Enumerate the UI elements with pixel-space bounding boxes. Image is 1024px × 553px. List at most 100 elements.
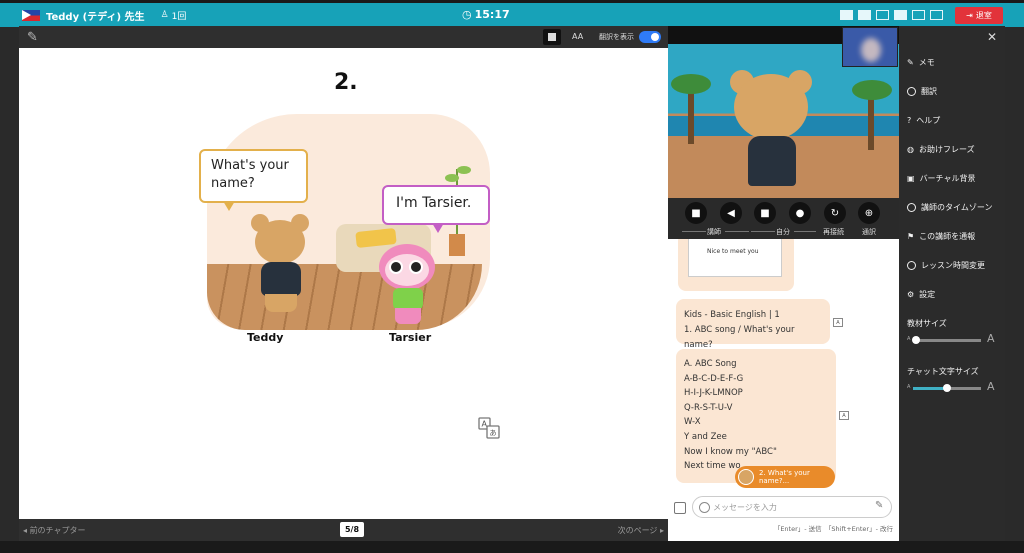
material-size-label: 教材サイズ (907, 319, 947, 328)
call-controls: ■ ◀ ■ ● ↻ ⊕ 講師 自分 再接続 通訳 (668, 198, 899, 239)
message-input-placeholder: メッセージを入力 (713, 502, 777, 512)
speech-bubble-tarsier: I'm Tarsier. (382, 185, 490, 233)
slider-min-label: A (907, 384, 911, 390)
slide-number: 2. (334, 70, 358, 95)
chat-image-caption: Nice to meet you (707, 248, 759, 255)
app-window: Teddy (テディ) 先生 ♙ 1回 ◷ 15:17 ⇥ 退室 ✎ AA 翻訳… (0, 0, 1024, 553)
tarsier-eye (409, 260, 423, 274)
self-camera-icon[interactable]: ■ (754, 202, 776, 224)
self-video-preview[interactable] (842, 27, 898, 67)
timer-text: 15:17 (474, 8, 510, 21)
plant-leaf (445, 174, 459, 182)
trophy-icon: ♙ (160, 10, 169, 20)
sidebar-item-teacher-timezone[interactable]: 講師のタイムゾーン (907, 202, 992, 213)
top-bar: Teddy (テディ) 先生 ♙ 1回 ◷ 15:17 ⇥ 退室 (0, 3, 1024, 27)
chat-message: A. ABC Song A-B-C-D-E-F-G H-I-J-K-LMNOP … (676, 349, 836, 483)
plant-pot (449, 234, 465, 256)
teddy-avatar (738, 469, 754, 485)
divider (725, 231, 749, 232)
wooden-floor (207, 264, 482, 330)
help-icon: ? (907, 116, 912, 125)
slider-min-label: A (907, 336, 911, 342)
translate-message-icon[interactable]: A (839, 411, 849, 420)
reconnect-label: 再接続 (823, 228, 844, 236)
interpret-globe-icon[interactable]: ⊕ (858, 202, 880, 224)
leave-button[interactable]: ⇥ 退室 (955, 7, 1003, 24)
sidebar-item-translate[interactable]: 翻訳 (907, 86, 937, 97)
teacher-camera-icon[interactable]: ■ (685, 202, 707, 224)
divider (682, 231, 706, 232)
next-page-button[interactable]: 次のページ ▸ (618, 525, 664, 536)
image-icon: ▣ (907, 174, 915, 183)
sidebar-item-label: バーチャル背景 (919, 174, 976, 183)
sidebar-item-virtual-background[interactable]: ▣ バーチャル背景 (907, 173, 975, 184)
globe-icon (907, 203, 916, 212)
chat-message-line: A. ABC Song (684, 359, 737, 369)
sidebar-item-phrases[interactable]: ◍ お助けフレーズ (907, 144, 975, 155)
previous-chapter-button[interactable]: ◂ 前のチャプター (23, 525, 85, 536)
message-input[interactable]: メッセージを入力 (692, 496, 892, 518)
translation-label: 翻訳を表示 (599, 33, 634, 41)
material-size-slider[interactable] (912, 336, 981, 344)
slider-max-label: A (987, 380, 995, 393)
font-size-button[interactable]: AA (572, 32, 583, 41)
previous-chapter-label: 前のチャプター (29, 526, 86, 535)
chat-message-line: W-X (684, 417, 701, 428)
attach-image-icon[interactable] (674, 502, 686, 514)
divider (751, 231, 775, 232)
translate-icon[interactable]: A あ (478, 417, 500, 439)
leave-label: 退室 (975, 11, 992, 20)
sidebar-item-change-lesson-time[interactable]: レッスン時間変更 (907, 260, 985, 271)
teacher-name: Teddy (テディ) 先生 (46, 11, 145, 23)
chat-bubble-icon: ◍ (907, 145, 914, 154)
sidebar-item-label: レッスン時間変更 (921, 261, 985, 270)
globe-icon (907, 87, 916, 96)
sidebar-item-memo[interactable]: ✎ メモ (907, 57, 935, 68)
tarsier-legs (395, 308, 421, 324)
sidebar-item-label: メモ (918, 58, 935, 67)
sidebar-item-help[interactable]: ? ヘルプ (907, 115, 940, 126)
translation-toggle[interactable] (639, 31, 661, 43)
layout-5-icon[interactable] (912, 10, 925, 20)
view-mode-button[interactable] (543, 29, 561, 45)
exit-icon: ⇥ (966, 11, 973, 20)
teacher-volume-icon[interactable]: ◀ (720, 202, 742, 224)
layout-3-icon[interactable] (876, 10, 889, 20)
layout-2-icon[interactable] (858, 10, 871, 20)
page-indicator: 5/8 (340, 522, 364, 537)
clock-icon (907, 261, 916, 270)
layout-switcher (840, 10, 943, 20)
layout-1-icon[interactable] (840, 10, 853, 20)
drawing-tools-icon[interactable]: ✎ (27, 30, 38, 45)
reconnect-icon[interactable]: ↻ (824, 202, 846, 224)
slider-max-label: A (987, 332, 995, 345)
microphone-icon[interactable]: ● (789, 202, 811, 224)
sidebar-item-label: 翻訳 (921, 87, 937, 96)
emoji-icon[interactable] (699, 502, 710, 513)
slider-knob[interactable] (943, 384, 951, 392)
flag-icon: ⚑ (907, 232, 915, 241)
layout-4-icon[interactable] (894, 10, 907, 20)
slider-knob[interactable] (912, 336, 921, 344)
character-name-tarsier: Tarsier (389, 331, 432, 344)
suggestion-chip[interactable]: 2. What's your name?... (735, 466, 835, 488)
chat-font-size-slider[interactable] (913, 384, 981, 392)
sidebar-item-settings[interactable]: ⚙ 設定 (907, 289, 935, 300)
chat-message-line: Now I know my "ABC" (684, 446, 777, 457)
lesson-timer: ◷ 15:17 (462, 8, 510, 21)
sidebar-item-label: お助けフレーズ (918, 145, 975, 154)
teddy-body (261, 262, 301, 296)
chat-message: Kids - Basic English | 1 1. ABC song / W… (676, 299, 830, 350)
chat-message-line: A-B-C-D-E-F-G (684, 373, 744, 384)
layout-6-icon[interactable] (930, 10, 943, 20)
send-icon[interactable]: ✎ (875, 500, 883, 511)
character-name-teddy: Teddy (247, 331, 284, 344)
slide-footer: ◂ 前のチャプター 5/8 次のページ ▸ (19, 519, 668, 541)
chat-message-line: H-I-J-K-LMNOP (684, 388, 743, 399)
close-icon[interactable]: ✕ (987, 30, 997, 44)
speech-bubble-teddy: What's your name? (199, 149, 308, 211)
chat-image-message[interactable]: Nice to meet you (678, 239, 794, 291)
sidebar-item-report-teacher[interactable]: ⚑ この講師を通報 (907, 231, 975, 242)
translate-message-icon[interactable]: A (833, 318, 843, 327)
sidebar-item-label: この講師を通報 (919, 232, 976, 241)
